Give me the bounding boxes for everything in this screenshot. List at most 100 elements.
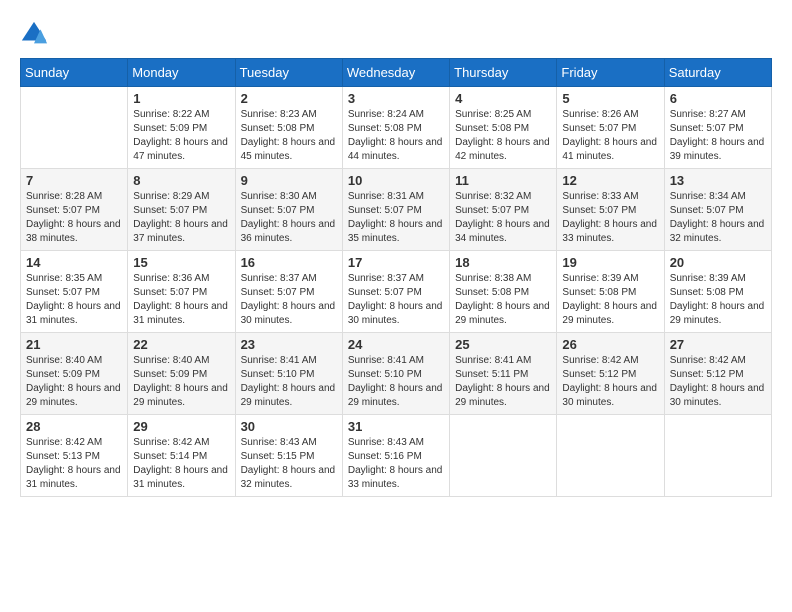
calendar-cell: 29 Sunrise: 8:42 AMSunset: 5:14 PMDayligh… <box>128 415 235 497</box>
calendar-cell: 28 Sunrise: 8:42 AMSunset: 5:13 PMDayligh… <box>21 415 128 497</box>
day-number: 8 <box>133 173 229 188</box>
day-info: Sunrise: 8:25 AMSunset: 5:08 PMDaylight:… <box>455 108 551 164</box>
day-info: Sunrise: 8:39 AMSunset: 5:08 PMDaylight:… <box>670 272 766 328</box>
calendar-week-row: 1 Sunrise: 8:22 AMSunset: 5:09 PMDaylight… <box>21 87 772 169</box>
day-number: 22 <box>133 337 229 352</box>
calendar-cell: 7 Sunrise: 8:28 AMSunset: 5:07 PMDaylight… <box>21 169 128 251</box>
day-of-week-header: Saturday <box>664 59 771 87</box>
day-of-week-header: Wednesday <box>342 59 449 87</box>
calendar-cell: 30 Sunrise: 8:43 AMSunset: 5:15 PMDayligh… <box>235 415 342 497</box>
calendar-cell: 11 Sunrise: 8:32 AMSunset: 5:07 PMDayligh… <box>450 169 557 251</box>
calendar-cell: 10 Sunrise: 8:31 AMSunset: 5:07 PMDayligh… <box>342 169 449 251</box>
day-info: Sunrise: 8:23 AMSunset: 5:08 PMDaylight:… <box>241 108 337 164</box>
calendar-cell: 2Sunrise: 8:23 AMSunset: 5:08 PMDaylight… <box>235 87 342 169</box>
calendar-cell: 4 Sunrise: 8:25 AMSunset: 5:08 PMDaylight… <box>450 87 557 169</box>
day-of-week-header: Tuesday <box>235 59 342 87</box>
logo <box>20 20 52 48</box>
day-info: Sunrise: 8:42 AMSunset: 5:12 PMDaylight:… <box>670 354 766 410</box>
day-info: Sunrise: 8:28 AMSunset: 5:07 PMDaylight:… <box>26 190 122 246</box>
calendar-week-row: 7 Sunrise: 8:28 AMSunset: 5:07 PMDaylight… <box>21 169 772 251</box>
day-info: Sunrise: 8:43 AMSunset: 5:16 PMDaylight:… <box>348 436 444 492</box>
day-number: 14 <box>26 255 122 270</box>
calendar-cell: 13 Sunrise: 8:34 AMSunset: 5:07 PMDayligh… <box>664 169 771 251</box>
day-info: Sunrise: 8:37 AMSunset: 5:07 PMDaylight:… <box>241 272 337 328</box>
day-info: Sunrise: 8:22 AMSunset: 5:09 PMDaylight:… <box>133 108 229 164</box>
day-number: 25 <box>455 337 551 352</box>
day-number: 24 <box>348 337 444 352</box>
day-number: 28 <box>26 419 122 434</box>
day-number: 13 <box>670 173 766 188</box>
day-number: 26 <box>562 337 658 352</box>
calendar-cell: 22 Sunrise: 8:40 AMSunset: 5:09 PMDayligh… <box>128 333 235 415</box>
day-number: 15 <box>133 255 229 270</box>
calendar-cell <box>21 87 128 169</box>
calendar-week-row: 14 Sunrise: 8:35 AMSunset: 5:07 PMDayligh… <box>21 251 772 333</box>
day-info: Sunrise: 8:41 AMSunset: 5:10 PMDaylight:… <box>241 354 337 410</box>
day-number: 7 <box>26 173 122 188</box>
calendar-cell: 9Sunrise: 8:30 AMSunset: 5:07 PMDaylight… <box>235 169 342 251</box>
calendar-cell: 23 Sunrise: 8:41 AMSunset: 5:10 PMDayligh… <box>235 333 342 415</box>
day-info: Sunrise: 8:26 AMSunset: 5:07 PMDaylight:… <box>562 108 658 164</box>
day-number: 17 <box>348 255 444 270</box>
page-header <box>20 20 772 48</box>
day-info: Sunrise: 8:38 AMSunset: 5:08 PMDaylight:… <box>455 272 551 328</box>
calendar-cell: 27 Sunrise: 8:42 AMSunset: 5:12 PMDayligh… <box>664 333 771 415</box>
day-number: 21 <box>26 337 122 352</box>
day-of-week-header: Thursday <box>450 59 557 87</box>
day-info: Sunrise: 8:35 AMSunset: 5:07 PMDaylight:… <box>26 272 122 328</box>
calendar-cell <box>450 415 557 497</box>
day-number: 23 <box>241 337 337 352</box>
day-of-week-header: Monday <box>128 59 235 87</box>
day-number: 20 <box>670 255 766 270</box>
day-number: 16 <box>241 255 337 270</box>
day-info: Sunrise: 8:39 AMSunset: 5:08 PMDaylight:… <box>562 272 658 328</box>
day-info: Sunrise: 8:33 AMSunset: 5:07 PMDaylight:… <box>562 190 658 246</box>
day-info: Sunrise: 8:31 AMSunset: 5:07 PMDaylight:… <box>348 190 444 246</box>
day-info: Sunrise: 8:41 AMSunset: 5:11 PMDaylight:… <box>455 354 551 410</box>
day-info: Sunrise: 8:40 AMSunset: 5:09 PMDaylight:… <box>133 354 229 410</box>
calendar-cell: 1 Sunrise: 8:22 AMSunset: 5:09 PMDaylight… <box>128 87 235 169</box>
calendar-header-row: SundayMondayTuesdayWednesdayThursdayFrid… <box>21 59 772 87</box>
day-number: 5 <box>562 91 658 106</box>
calendar-cell: 15Sunrise: 8:36 AMSunset: 5:07 PMDayligh… <box>128 251 235 333</box>
day-info: Sunrise: 8:42 AMSunset: 5:14 PMDaylight:… <box>133 436 229 492</box>
day-number: 6 <box>670 91 766 106</box>
day-info: Sunrise: 8:24 AMSunset: 5:08 PMDaylight:… <box>348 108 444 164</box>
calendar-cell: 6 Sunrise: 8:27 AMSunset: 5:07 PMDaylight… <box>664 87 771 169</box>
day-info: Sunrise: 8:34 AMSunset: 5:07 PMDaylight:… <box>670 190 766 246</box>
day-info: Sunrise: 8:42 AMSunset: 5:13 PMDaylight:… <box>26 436 122 492</box>
calendar-cell: 5 Sunrise: 8:26 AMSunset: 5:07 PMDaylight… <box>557 87 664 169</box>
calendar-cell: 3 Sunrise: 8:24 AMSunset: 5:08 PMDaylight… <box>342 87 449 169</box>
day-number: 31 <box>348 419 444 434</box>
calendar-week-row: 28 Sunrise: 8:42 AMSunset: 5:13 PMDayligh… <box>21 415 772 497</box>
day-info: Sunrise: 8:42 AMSunset: 5:12 PMDaylight:… <box>562 354 658 410</box>
day-info: Sunrise: 8:32 AMSunset: 5:07 PMDaylight:… <box>455 190 551 246</box>
calendar-cell: 18 Sunrise: 8:38 AMSunset: 5:08 PMDayligh… <box>450 251 557 333</box>
day-number: 29 <box>133 419 229 434</box>
day-number: 30 <box>241 419 337 434</box>
calendar-cell: 26 Sunrise: 8:42 AMSunset: 5:12 PMDayligh… <box>557 333 664 415</box>
day-info: Sunrise: 8:43 AMSunset: 5:15 PMDaylight:… <box>241 436 337 492</box>
day-info: Sunrise: 8:27 AMSunset: 5:07 PMDaylight:… <box>670 108 766 164</box>
day-number: 19 <box>562 255 658 270</box>
day-number: 3 <box>348 91 444 106</box>
calendar-cell: 20 Sunrise: 8:39 AMSunset: 5:08 PMDayligh… <box>664 251 771 333</box>
day-of-week-header: Friday <box>557 59 664 87</box>
day-info: Sunrise: 8:30 AMSunset: 5:07 PMDaylight:… <box>241 190 337 246</box>
day-number: 10 <box>348 173 444 188</box>
day-number: 1 <box>133 91 229 106</box>
day-number: 27 <box>670 337 766 352</box>
day-number: 18 <box>455 255 551 270</box>
day-number: 11 <box>455 173 551 188</box>
calendar-cell: 19 Sunrise: 8:39 AMSunset: 5:08 PMDayligh… <box>557 251 664 333</box>
logo-icon <box>20 20 48 48</box>
calendar-cell: 31 Sunrise: 8:43 AMSunset: 5:16 PMDayligh… <box>342 415 449 497</box>
calendar-cell: 25 Sunrise: 8:41 AMSunset: 5:11 PMDayligh… <box>450 333 557 415</box>
day-number: 4 <box>455 91 551 106</box>
calendar-cell: 17Sunrise: 8:37 AMSunset: 5:07 PMDayligh… <box>342 251 449 333</box>
day-number: 12 <box>562 173 658 188</box>
calendar-table: SundayMondayTuesdayWednesdayThursdayFrid… <box>20 58 772 497</box>
day-info: Sunrise: 8:40 AMSunset: 5:09 PMDaylight:… <box>26 354 122 410</box>
calendar-cell: 21 Sunrise: 8:40 AMSunset: 5:09 PMDayligh… <box>21 333 128 415</box>
calendar-cell: 8Sunrise: 8:29 AMSunset: 5:07 PMDaylight… <box>128 169 235 251</box>
